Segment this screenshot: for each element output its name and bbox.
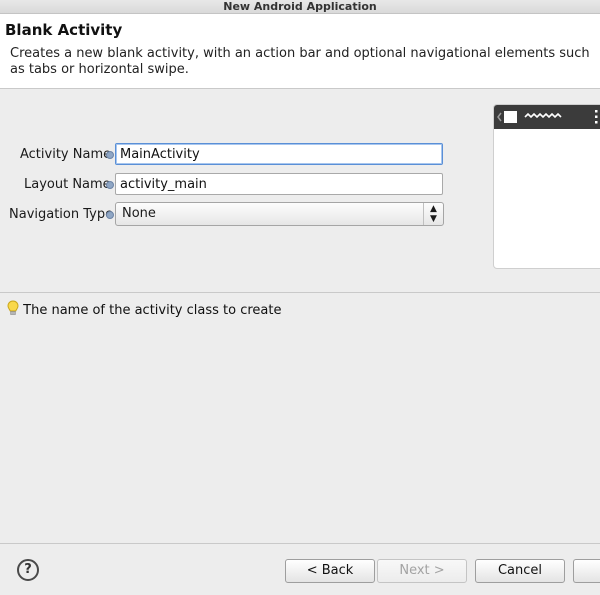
preview-actionbar-graphic bbox=[497, 110, 598, 124]
hint-row: The name of the activity class to create bbox=[7, 300, 281, 318]
next-button[interactable]: Next > bbox=[377, 559, 467, 583]
back-button[interactable]: < Back bbox=[285, 559, 375, 583]
lightbulb-icon bbox=[7, 300, 19, 315]
layout-name-field[interactable] bbox=[115, 173, 443, 195]
activity-preview-thumbnail bbox=[493, 104, 600, 269]
hint-text: The name of the activity class to create bbox=[23, 303, 282, 318]
info-icon bbox=[106, 181, 114, 189]
info-icon bbox=[106, 211, 114, 219]
page-description: Creates a new blank activity, with an ac… bbox=[10, 46, 590, 77]
activity-name-label: Activity Name bbox=[20, 147, 112, 162]
navigation-type-label: Navigation Type bbox=[9, 207, 114, 222]
window-titlebar: New Android Application bbox=[0, 0, 600, 14]
cancel-button[interactable]: Cancel bbox=[475, 559, 565, 583]
activity-name-field[interactable] bbox=[115, 143, 443, 165]
help-icon[interactable]: ? bbox=[17, 559, 39, 581]
chevron-updown-icon: ▲ ▼ bbox=[423, 203, 443, 225]
window-title: New Android Application bbox=[223, 0, 377, 13]
footer-separator bbox=[0, 543, 600, 544]
page-title: Blank Activity bbox=[5, 21, 123, 39]
navigation-type-select[interactable]: None ▲ ▼ bbox=[115, 202, 444, 226]
navigation-type-value: None bbox=[122, 206, 156, 221]
preview-actionbar bbox=[494, 105, 600, 129]
content-separator bbox=[0, 292, 600, 293]
finish-button[interactable] bbox=[573, 559, 600, 583]
wizard-header: Blank Activity Creates a new blank activ… bbox=[0, 14, 600, 89]
info-icon bbox=[106, 151, 114, 159]
layout-name-label: Layout Name bbox=[24, 177, 111, 192]
